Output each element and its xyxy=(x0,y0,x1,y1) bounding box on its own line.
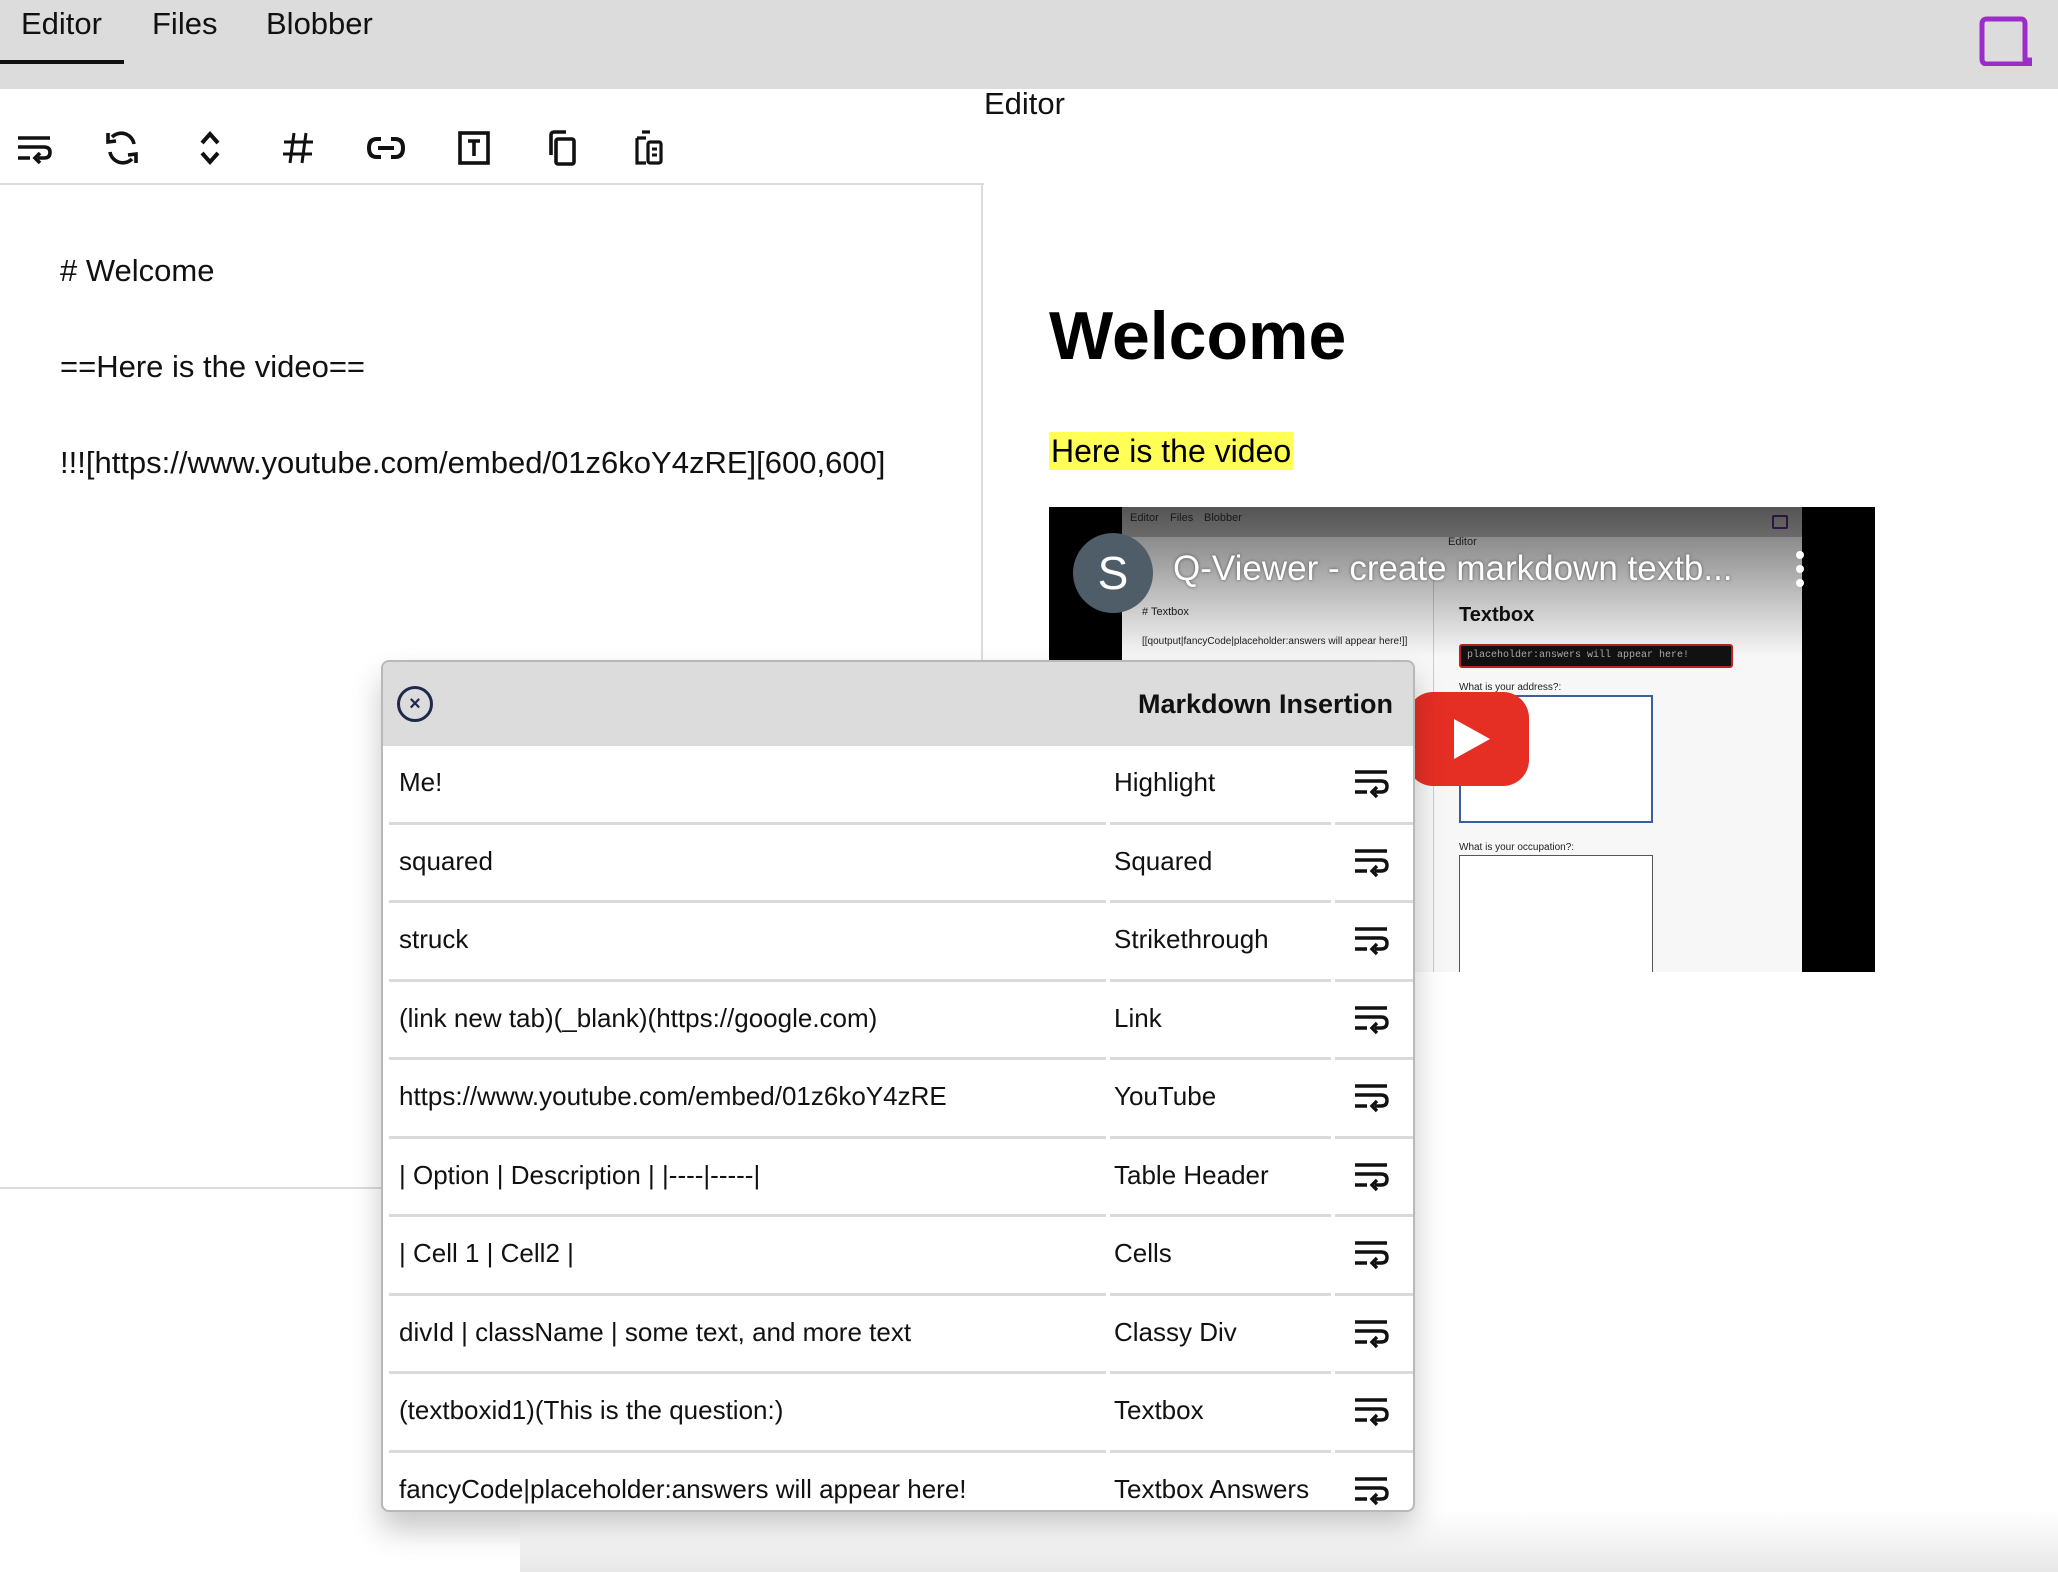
video-inner-textarea xyxy=(1459,855,1653,972)
wrap-text-icon xyxy=(1351,1162,1391,1199)
editor-line[interactable]: # Welcome xyxy=(60,253,215,289)
snippet-text: fancyCode|placeholder:answers will appea… xyxy=(399,1473,967,1504)
tab-files[interactable]: Files xyxy=(152,6,217,42)
copy-icon xyxy=(549,130,576,166)
link-icon xyxy=(366,137,406,159)
insert-button[interactable] xyxy=(1351,1076,1391,1116)
snippet-text: (link new tab)(_blank)(https://google.co… xyxy=(399,1002,878,1033)
wrap-text-icon xyxy=(1351,770,1391,806)
insert-button[interactable] xyxy=(1351,919,1391,959)
expand-collapse-icon xyxy=(200,130,220,166)
play-button[interactable] xyxy=(1407,692,1529,786)
page-title: Editor xyxy=(984,86,1065,121)
insert-button[interactable] xyxy=(1351,1390,1391,1430)
insertion-row[interactable]: https://www.youtube.com/embed/01z6koY4zR… xyxy=(383,1060,1413,1139)
tab-editor[interactable]: Editor xyxy=(21,6,102,42)
snippet-label: Link xyxy=(1114,1002,1162,1033)
wrap-text-icon xyxy=(1351,1398,1391,1434)
insertion-row[interactable]: struck Strikethrough xyxy=(383,903,1413,982)
page-bottom-fade xyxy=(520,1510,2058,1572)
insertion-row[interactable]: Me! Highlight xyxy=(383,746,1413,825)
insertion-row[interactable]: divId | className | some text, and more … xyxy=(383,1296,1413,1374)
snippet-label: Textbox Answers xyxy=(1114,1473,1310,1504)
wrap-text-icon xyxy=(1351,1241,1391,1277)
snippet-text: https://www.youtube.com/embed/01z6koY4zR… xyxy=(399,1081,947,1111)
play-icon xyxy=(1454,719,1490,759)
snippet-label: Table Header xyxy=(1114,1159,1269,1190)
paste-button[interactable] xyxy=(626,126,670,170)
insertion-row[interactable]: | Option | Description | |----|-----| Tab… xyxy=(383,1139,1413,1217)
markdown-insertion-dialog: × Markdown Insertion Me! Highlight squared… xyxy=(381,660,1415,1512)
snippet-text: Me! xyxy=(399,767,443,797)
more-options-icon[interactable] xyxy=(1795,551,1805,591)
dialog-title: Markdown Insertion xyxy=(1137,689,1393,719)
video-title[interactable]: Q-Viewer - create markdown textb... xyxy=(1173,549,1733,589)
snippet-label: Classy Div xyxy=(1114,1316,1237,1347)
expand-collapse-button[interactable] xyxy=(188,126,232,170)
editor-line[interactable]: ==Here is the video== xyxy=(60,349,365,385)
insertion-row[interactable]: (link new tab)(_blank)(https://google.co… xyxy=(383,982,1413,1060)
insert-button[interactable] xyxy=(1351,1312,1391,1352)
snippet-text: divId | className | some text, and more … xyxy=(399,1316,912,1347)
wrap-text-button[interactable] xyxy=(12,126,56,170)
hash-icon xyxy=(283,132,313,164)
snippet-text: squared xyxy=(399,845,493,876)
snippet-text: | Cell 1 | Cell2 | xyxy=(399,1238,574,1268)
insert-button[interactable] xyxy=(1351,998,1391,1038)
insertion-row[interactable]: (textboxid1)(This is the question:) Textb… xyxy=(383,1374,1413,1453)
insertion-row[interactable]: fancyCode|placeholder:answers will appea… xyxy=(383,1453,1413,1511)
snippet-label: Textbox xyxy=(1114,1395,1204,1425)
snippet-label: Cells xyxy=(1114,1238,1172,1268)
paste-icon xyxy=(635,130,663,165)
wrap-text-icon xyxy=(18,136,52,165)
insert-button[interactable] xyxy=(1351,1155,1391,1195)
wrap-text-icon xyxy=(1351,848,1391,885)
close-button[interactable]: × xyxy=(397,686,433,722)
heading-button[interactable] xyxy=(276,126,320,170)
top-nav-bar: Editor Files Blobber xyxy=(0,0,2058,89)
insert-button[interactable] xyxy=(1351,841,1391,881)
wrap-text-icon xyxy=(1351,1319,1391,1356)
insert-button[interactable] xyxy=(1351,1233,1391,1273)
refresh-button[interactable] xyxy=(100,126,144,170)
text-box-icon xyxy=(458,131,490,165)
wrap-text-icon xyxy=(1351,1084,1391,1120)
preview-heading: Welcome xyxy=(1049,298,1347,374)
app-logo-icon[interactable] xyxy=(1978,16,2032,66)
wrap-text-icon xyxy=(1351,927,1391,963)
snippet-label: Highlight xyxy=(1114,767,1216,797)
editor-line[interactable]: !!![https://www.youtube.com/embed/01z6ko… xyxy=(60,445,885,481)
link-button[interactable] xyxy=(364,126,408,170)
insertion-row[interactable]: | Cell 1 | Cell2 | Cells xyxy=(383,1217,1413,1296)
refresh-icon xyxy=(106,131,138,165)
wrap-text-icon xyxy=(1351,1005,1391,1042)
video-inner-question: What is your occupation?: xyxy=(1459,842,1575,853)
tab-blobber[interactable]: Blobber xyxy=(266,6,373,42)
copy-button[interactable] xyxy=(540,126,584,170)
snippet-label: YouTube xyxy=(1114,1081,1217,1111)
insert-button[interactable] xyxy=(1351,762,1391,802)
close-icon: × xyxy=(409,693,421,715)
snippet-text: struck xyxy=(399,924,469,954)
insertion-row[interactable]: squared Squared xyxy=(383,825,1413,903)
preview-highlight: Here is the video xyxy=(1049,432,1294,470)
textbox-button[interactable] xyxy=(452,126,496,170)
snippet-label: Squared xyxy=(1114,845,1213,876)
channel-avatar[interactable]: S xyxy=(1073,533,1153,613)
snippet-text: (textboxid1)(This is the question:) xyxy=(399,1395,784,1425)
active-tab-indicator xyxy=(0,60,124,64)
insert-button[interactable] xyxy=(1351,1469,1391,1509)
dialog-header: × Markdown Insertion xyxy=(383,662,1413,746)
snippet-text: | Option | Description | |----|-----| xyxy=(399,1159,761,1190)
snippet-label: Strikethrough xyxy=(1114,924,1269,954)
